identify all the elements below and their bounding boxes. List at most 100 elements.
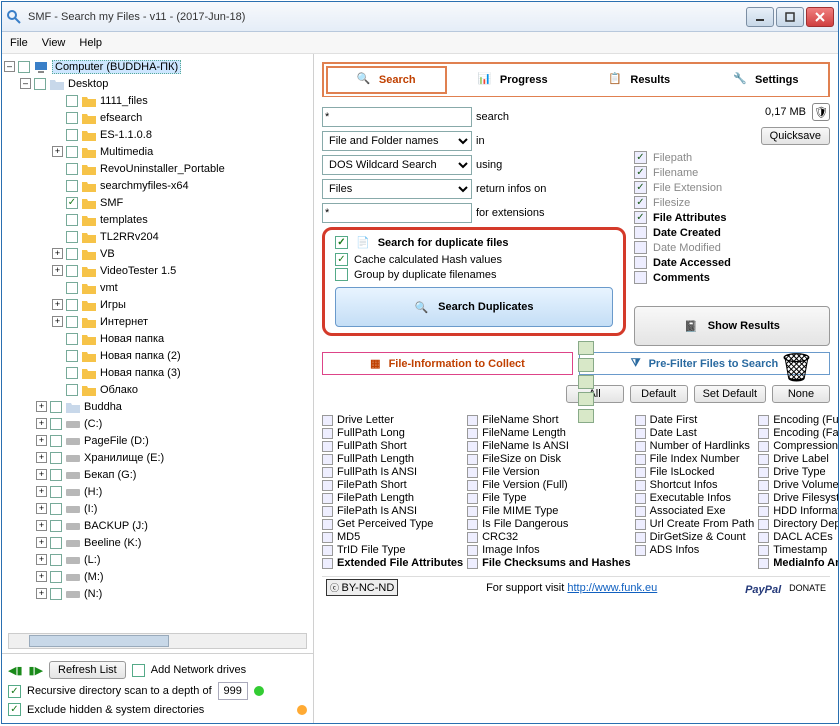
tree-expander[interactable]: + bbox=[52, 299, 63, 310]
ck-filepath[interactable] bbox=[634, 151, 647, 164]
ck-created[interactable] bbox=[634, 226, 647, 239]
tree-item[interactable]: PageFile (D:) bbox=[84, 435, 149, 447]
search-pattern-input[interactable] bbox=[322, 107, 472, 127]
tree-checkbox[interactable] bbox=[66, 350, 78, 362]
grid-checkbox[interactable] bbox=[467, 467, 478, 478]
extensions-input[interactable] bbox=[322, 203, 472, 223]
grid-checkbox[interactable] bbox=[322, 467, 333, 478]
setdefault-button[interactable]: Set Default bbox=[694, 385, 766, 403]
grid-checkbox[interactable] bbox=[322, 441, 333, 452]
grid-checkbox[interactable] bbox=[758, 558, 769, 569]
tree-expander[interactable]: + bbox=[36, 418, 47, 429]
dup-enable-checkbox[interactable] bbox=[335, 236, 348, 249]
grid-checkbox[interactable] bbox=[635, 519, 646, 530]
quicksave-button[interactable]: Quicksave bbox=[761, 127, 830, 145]
tree-item[interactable]: (C:) bbox=[84, 418, 102, 430]
mini-icon[interactable] bbox=[578, 375, 594, 389]
tree-checkbox[interactable] bbox=[66, 231, 78, 243]
grid-checkbox[interactable] bbox=[635, 428, 646, 439]
tree-expander[interactable]: + bbox=[36, 401, 47, 412]
collect-section-head[interactable]: ▦File-Information to Collect bbox=[322, 352, 573, 375]
grid-checkbox[interactable] bbox=[322, 545, 333, 556]
grid-checkbox[interactable] bbox=[635, 493, 646, 504]
grid-checkbox[interactable] bbox=[467, 493, 478, 504]
tree-checkbox[interactable] bbox=[66, 316, 78, 328]
ck-filesize[interactable] bbox=[634, 196, 647, 209]
refresh-list-button[interactable]: Refresh List bbox=[49, 661, 126, 679]
tree-item[interactable]: VB bbox=[100, 248, 115, 260]
grid-checkbox[interactable] bbox=[467, 415, 478, 426]
grid-checkbox[interactable] bbox=[467, 532, 478, 543]
tree-checkbox[interactable] bbox=[66, 299, 78, 311]
tree-expander[interactable]: + bbox=[36, 503, 47, 514]
tree-checkbox[interactable] bbox=[50, 401, 62, 413]
tree-checkbox[interactable] bbox=[66, 95, 78, 107]
grid-checkbox[interactable] bbox=[758, 454, 769, 465]
grid-checkbox[interactable] bbox=[758, 441, 769, 452]
tree-checkbox[interactable] bbox=[66, 180, 78, 192]
tree-checkbox[interactable] bbox=[34, 78, 46, 90]
tree-checkbox[interactable] bbox=[50, 435, 62, 447]
grid-checkbox[interactable] bbox=[322, 532, 333, 543]
tree-item[interactable]: BACKUP (J:) bbox=[84, 520, 148, 532]
tree-expander[interactable]: + bbox=[52, 146, 63, 157]
tree-checkbox[interactable] bbox=[50, 418, 62, 430]
grid-checkbox[interactable] bbox=[322, 493, 333, 504]
grid-checkbox[interactable] bbox=[322, 480, 333, 491]
minimize-button[interactable] bbox=[746, 7, 774, 27]
tree-checkbox[interactable] bbox=[66, 146, 78, 158]
paypal-logo[interactable]: PayPal bbox=[745, 580, 781, 596]
tab-settings[interactable]: 🔧Settings bbox=[706, 66, 827, 94]
grid-checkbox[interactable] bbox=[322, 454, 333, 465]
tree-checkbox[interactable] bbox=[50, 537, 62, 549]
grid-checkbox[interactable] bbox=[758, 532, 769, 543]
none-button[interactable]: None bbox=[772, 385, 830, 403]
grid-checkbox[interactable] bbox=[322, 558, 333, 569]
trash-icon[interactable]: 🗑 bbox=[778, 351, 814, 384]
tree-item[interactable]: efsearch bbox=[100, 112, 142, 124]
tree-checkbox[interactable] bbox=[66, 129, 78, 141]
tree-checkbox[interactable] bbox=[50, 554, 62, 566]
exclude-hidden-checkbox[interactable] bbox=[8, 703, 21, 716]
tree-item[interactable]: Новая папка bbox=[100, 333, 164, 345]
tree-item[interactable]: vmt bbox=[100, 282, 118, 294]
tree-item[interactable]: searchmyfiles-x64 bbox=[100, 180, 189, 192]
grid-checkbox[interactable] bbox=[322, 506, 333, 517]
grid-checkbox[interactable] bbox=[635, 415, 646, 426]
tree-expander[interactable]: + bbox=[36, 537, 47, 548]
grid-checkbox[interactable] bbox=[467, 506, 478, 517]
tree-item[interactable]: Облако bbox=[100, 384, 138, 396]
mini-icon[interactable] bbox=[578, 409, 594, 423]
tab-search[interactable]: 🔍Search bbox=[326, 66, 447, 94]
tree-checkbox[interactable] bbox=[50, 520, 62, 532]
tree-expander[interactable]: + bbox=[36, 520, 47, 531]
add-network-checkbox[interactable] bbox=[132, 664, 145, 677]
tree-checkbox[interactable] bbox=[66, 265, 78, 277]
grid-checkbox[interactable] bbox=[467, 558, 478, 569]
tree-expander[interactable]: + bbox=[36, 571, 47, 582]
tree-expander[interactable]: + bbox=[52, 265, 63, 276]
tree-item[interactable]: (I:) bbox=[84, 503, 97, 515]
ck-filename[interactable] bbox=[634, 166, 647, 179]
show-results-button[interactable]: 📓Show Results bbox=[634, 306, 830, 346]
tree-expander[interactable]: + bbox=[52, 316, 63, 327]
tree-item[interactable]: 1111_files bbox=[100, 95, 148, 107]
tree-checkbox[interactable] bbox=[66, 333, 78, 345]
tree-item[interactable]: (M:) bbox=[84, 571, 104, 583]
tree-expander[interactable]: + bbox=[36, 452, 47, 463]
shield-icon[interactable]: 🛡 bbox=[812, 103, 830, 121]
nav-back-icon[interactable]: ◀▮ bbox=[8, 664, 23, 677]
tree-checkbox[interactable] bbox=[66, 163, 78, 175]
grid-checkbox[interactable] bbox=[635, 532, 646, 543]
ck-fileext[interactable] bbox=[634, 181, 647, 194]
tree-checkbox[interactable] bbox=[50, 486, 62, 498]
tree-item[interactable]: Buddha bbox=[84, 401, 122, 413]
grid-checkbox[interactable] bbox=[467, 454, 478, 465]
grid-checkbox[interactable] bbox=[758, 493, 769, 504]
grid-checkbox[interactable] bbox=[635, 480, 646, 491]
tree-checkbox[interactable] bbox=[66, 197, 78, 209]
tree-checkbox[interactable] bbox=[50, 469, 62, 481]
tree-checkbox[interactable] bbox=[66, 282, 78, 294]
return-select[interactable]: Files bbox=[322, 179, 472, 199]
grid-checkbox[interactable] bbox=[758, 467, 769, 478]
